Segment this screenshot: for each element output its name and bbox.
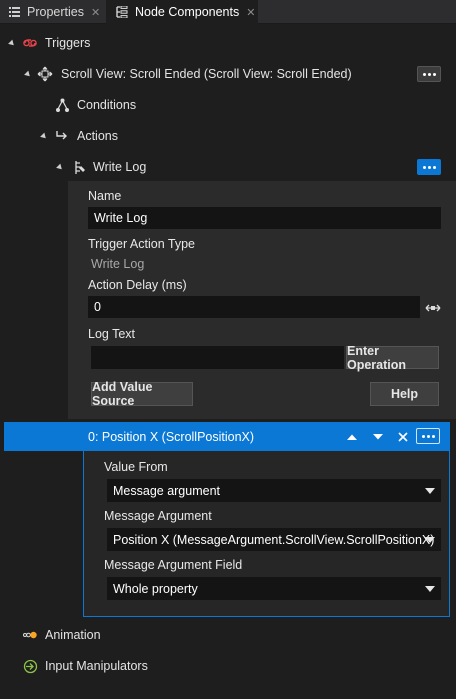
tree-item-label: Conditions <box>77 98 137 112</box>
enter-operation-button[interactable]: Enter Operation <box>346 344 439 372</box>
expand-arrow-icon[interactable] <box>8 39 16 48</box>
tree-item-input-manipulators[interactable]: Input Manipulators <box>0 651 456 681</box>
trigger-action-type-label: Trigger Action Type <box>88 237 196 251</box>
triggers-icon <box>22 35 38 51</box>
tab-properties[interactable]: Properties ✕ <box>0 0 106 24</box>
tree-item-label: Triggers <box>45 36 91 50</box>
tree-item-actions[interactable]: Actions <box>0 121 456 151</box>
node-components-icon <box>115 6 128 18</box>
actions-icon <box>54 128 70 144</box>
tree-item-label: Animation <box>45 628 101 642</box>
tab-bar: Properties ✕ Node Components ✕ <box>0 0 456 24</box>
drag-adjust-icon[interactable] <box>424 302 442 314</box>
name-field[interactable]: Write Log <box>88 207 441 229</box>
chevron-down-icon <box>425 537 435 543</box>
tree-item-label: Input Manipulators <box>45 659 148 673</box>
tab-node-components-label: Node Components <box>135 5 240 19</box>
move-up-icon[interactable] <box>345 431 359 443</box>
value-from-select[interactable]: Message argument <box>107 479 441 502</box>
action-delay-label: Action Delay (ms) <box>88 278 187 292</box>
value-source-header[interactable]: 0: Position X (ScrollPositionX) <box>4 422 450 451</box>
log-text-field[interactable] <box>91 346 344 369</box>
animation-icon <box>22 627 38 643</box>
scroll-view-icon <box>37 66 53 82</box>
name-label: Name <box>88 189 122 203</box>
message-argument-field-label: Message Argument Field <box>104 558 243 572</box>
more-options-button[interactable] <box>417 66 441 82</box>
message-argument-select[interactable]: Position X (MessageArgument.ScrollView.S… <box>107 528 441 551</box>
message-argument-field-select[interactable]: Whole property <box>107 577 441 600</box>
tab-properties-label: Properties <box>27 5 84 19</box>
write-log-icon <box>70 159 86 175</box>
tab-node-components[interactable]: Node Components ✕ <box>106 0 258 24</box>
input-manipulators-icon <box>22 658 38 674</box>
tree-item-label: Write Log <box>93 160 147 174</box>
tree-item-write-log[interactable]: Write Log <box>0 152 456 182</box>
close-icon[interactable]: ✕ <box>246 6 255 19</box>
chevron-down-icon <box>425 488 435 494</box>
list-icon <box>9 7 20 17</box>
tree-item-triggers[interactable]: Triggers <box>0 28 456 58</box>
tree-item-label: Scroll View: Scroll Ended (Scroll View: … <box>61 67 352 81</box>
value-from-label: Value From <box>104 460 168 474</box>
chevron-down-icon <box>425 586 435 592</box>
expand-arrow-icon[interactable] <box>40 132 48 141</box>
tree-item-label: Actions <box>77 129 118 143</box>
add-value-source-button[interactable]: Add Value Source <box>91 380 193 408</box>
message-argument-selected: Position X (MessageArgument.ScrollView.S… <box>113 532 435 547</box>
conditions-icon <box>54 97 70 113</box>
action-delay-field[interactable]: 0 <box>88 296 420 318</box>
trigger-action-type-value: Write Log <box>91 257 145 271</box>
remove-icon[interactable] <box>396 430 410 444</box>
move-down-icon[interactable] <box>371 431 385 443</box>
more-options-button[interactable] <box>416 428 440 444</box>
message-argument-label: Message Argument <box>104 509 212 523</box>
value-from-selected: Message argument <box>113 483 221 498</box>
tree-item-animation[interactable]: Animation <box>0 620 456 650</box>
expand-arrow-icon[interactable] <box>56 163 64 172</box>
value-source-title: 0: Position X (ScrollPositionX) <box>88 430 255 444</box>
tree-item-scroll-ended-trigger[interactable]: Scroll View: Scroll Ended (Scroll View: … <box>0 59 456 89</box>
more-options-button[interactable] <box>417 159 441 175</box>
help-button[interactable]: Help <box>370 382 439 406</box>
message-argument-field-selected: Whole property <box>113 581 198 596</box>
close-icon[interactable]: ✕ <box>91 6 100 19</box>
tree-item-conditions[interactable]: Conditions <box>0 90 456 120</box>
log-text-label: Log Text <box>88 327 136 341</box>
expand-arrow-icon[interactable] <box>24 70 32 79</box>
